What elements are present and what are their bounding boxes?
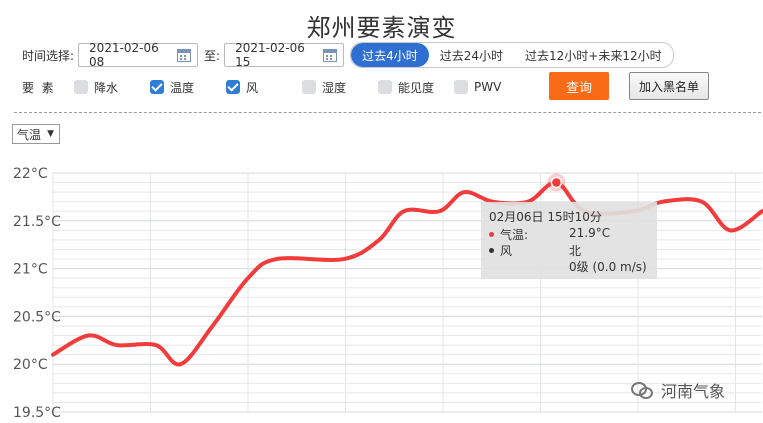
tooltip-temp-key: 气温:: [489, 226, 528, 243]
y-tick-label: 21.5°C: [13, 214, 61, 230]
tooltip-time: 02月06日 15时10分: [489, 210, 602, 224]
y-tick-label: 19.5°C: [13, 405, 61, 421]
tooltip-temp-value: 21.9°C: [569, 226, 611, 240]
y-axis-labels: 22°C 21.5°C 21°C 20.5°C 20°C 19.5°C: [13, 166, 61, 421]
watermark-text: 河南气象: [661, 382, 726, 401]
y-tick-label: 21°C: [13, 262, 48, 278]
black-dot-icon: [489, 248, 494, 253]
red-dot-icon: [489, 232, 494, 237]
tooltip-wind-direction: 北: [569, 244, 582, 258]
tooltip-wind-key: 风: [489, 242, 512, 259]
wechat-icon: [631, 381, 653, 399]
tooltip-wind-name: 风: [500, 244, 513, 258]
y-tick-label: 20°C: [13, 357, 48, 373]
y-tick-label: 22°C: [13, 166, 48, 182]
tooltip-wind-speed: 0级 (0.0 m/s): [569, 260, 647, 274]
watermark: 河南气象: [631, 378, 725, 402]
tooltip: 02月06日 15时10分 气温: 21.9°C 风 北 0级 (0.0 m/s…: [481, 202, 657, 279]
tooltip-temp-name: 气温:: [500, 228, 529, 242]
highlight-point[interactable]: [550, 176, 563, 189]
y-tick-label: 20.5°C: [13, 309, 61, 325]
